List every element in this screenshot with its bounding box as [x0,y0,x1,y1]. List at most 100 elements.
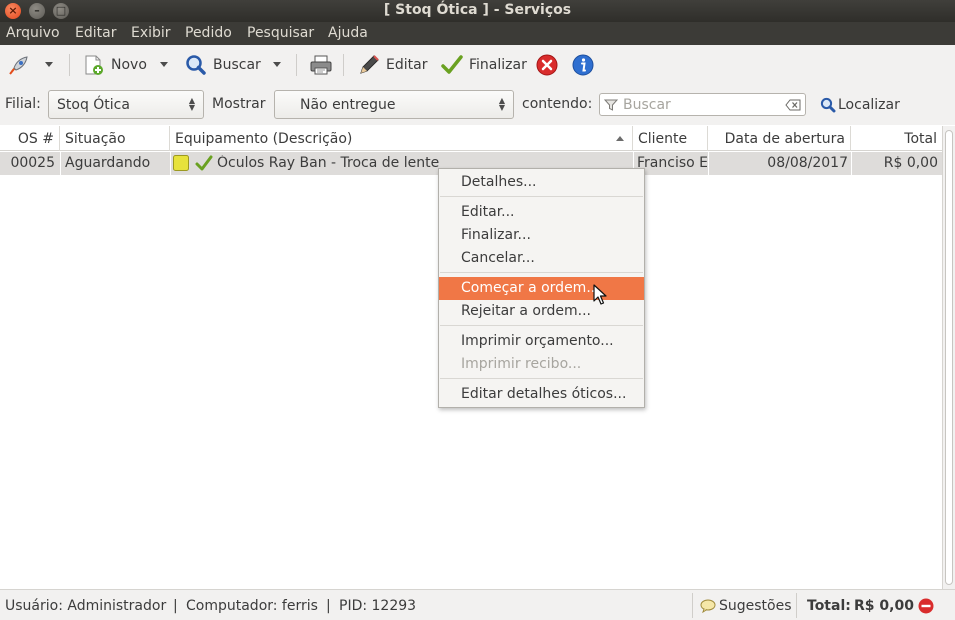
menu-ajuda[interactable]: Ajuda [328,25,368,41]
cell-situacao: Aguardando [65,155,151,171]
title-bar: × – □ [ Stoq Ótica ] - Serviços [0,0,955,22]
filter-funnel-icon[interactable] [604,98,618,112]
status-computador: Computador: ferris [186,598,318,614]
menu-item-cancelar[interactable]: Cancelar... [439,247,644,270]
filter-bar: Filial: Stoq Ótica ▲ ▼ Mostrar Não entreg… [0,85,955,125]
finalizar-button[interactable]: Finalizar [441,54,527,76]
status-separator [692,593,693,618]
checkmark-icon [441,55,463,74]
window-title: [ Stoq Ótica ] - Serviços [383,2,572,18]
novo-label: Novo [111,57,147,73]
mouse-cursor-icon [593,284,607,305]
menu-pesquisar[interactable]: Pesquisar [247,25,314,41]
cell-os: 00025 [10,155,55,171]
editar-label: Editar [386,57,428,73]
finalizar-label: Finalizar [469,57,527,73]
toolbar: Novo Buscar Editar Finalizar [0,45,955,85]
speech-bubble-icon [700,599,716,613]
editar-button[interactable]: Editar [358,54,427,76]
filial-combo[interactable]: Stoq Ótica ▲ ▼ [48,90,204,119]
novo-dropdown-arrow[interactable] [160,62,168,67]
menu-editar[interactable]: Editar [75,25,116,41]
status-usuario: Usuário: Administrador [5,598,167,614]
mostrar-value: Não entregue [300,97,396,113]
mostrar-label: Mostrar [212,96,266,112]
context-menu: Detalhes... Editar... Finalizar... Cance… [438,168,645,408]
menu-pedido[interactable]: Pedido [185,25,232,41]
details-info-button[interactable] [572,54,594,76]
color-flag-icon [173,155,189,173]
column-header-total[interactable]: Total [851,126,942,151]
sugestoes-label: Sugestões [719,598,792,614]
status-bar: Usuário: Administrador | Computador: fer… [0,589,955,620]
status-total-value: R$ 0,00 [854,598,914,614]
menu-arquivo[interactable]: Arquivo [6,25,60,41]
approved-check-icon [195,155,213,173]
contendo-label: contendo: [522,96,593,112]
pencil-icon [360,55,379,74]
menu-item-editar-detalhes-oticos[interactable]: Editar detalhes óticos... [439,383,644,406]
column-header-situacao[interactable]: Situação [60,126,170,151]
menu-exibir[interactable]: Exibir [131,25,171,41]
localizar-button[interactable]: Localizar [820,94,900,116]
buscar-label: Buscar [213,57,261,73]
sugestoes-button[interactable]: Sugestões [700,598,792,614]
novo-button[interactable]: Novo [83,54,147,76]
search-icon [820,97,836,113]
search-icon [186,55,206,75]
launcher-dropdown-arrow[interactable] [45,62,53,67]
toolbar-separator [296,54,297,76]
menu-item-detalhes[interactable]: Detalhes... [439,171,644,194]
cell-data-abertura: 08/08/2017 [767,155,848,171]
menu-separator [440,325,643,326]
menu-item-editar[interactable]: Editar... [439,201,644,224]
close-circle-icon [536,54,558,76]
info-icon [572,54,594,76]
status-pid: PID: 12293 [339,598,417,614]
updown-arrows-icon: ▲ ▼ [188,96,195,112]
print-button[interactable] [309,54,333,76]
filial-value: Stoq Ótica [57,97,130,113]
search-input[interactable]: Buscar [599,93,806,116]
sort-ascending-icon [616,136,624,141]
cell-divider [60,152,61,175]
column-header-data-abertura[interactable]: Data de abertura [708,126,851,151]
new-document-icon [85,55,103,75]
menu-item-finalizar[interactable]: Finalizar... [439,224,644,247]
cell-cliente: Franciso Elisio de Lima Junior [637,155,707,171]
mostrar-combo[interactable]: Não entregue ▲ ▼ [274,90,514,119]
minus-circle-icon [918,598,934,614]
status-divider: | [173,598,178,614]
table-header: OS # Situação Equipamento (Descrição) Cl… [0,126,942,151]
cell-divider [170,152,171,175]
clear-search-icon[interactable] [785,99,801,111]
column-header-equipamento-label: Equipamento (Descrição) [175,131,353,147]
cancel-order-button[interactable] [536,54,558,76]
status-divider: | [326,598,331,614]
rocket-icon [9,56,28,75]
status-total-label: Total: [807,598,851,614]
menu-item-comecar-ordem[interactable]: Começar a ordem... [439,277,644,300]
scrollbar-thumb[interactable] [945,130,953,585]
column-header-equipamento[interactable]: Equipamento (Descrição) [170,126,633,151]
buscar-button[interactable]: Buscar [185,54,261,76]
toolbar-separator [343,54,344,76]
vertical-scrollbar[interactable] [942,126,955,589]
column-header-cliente[interactable]: Cliente [633,126,708,151]
menu-item-imprimir-recibo: Imprimir recibo... [461,356,582,372]
menu-separator [440,272,643,273]
launcher-button[interactable] [6,54,30,76]
search-placeholder: Buscar [623,97,671,113]
status-separator [796,593,797,618]
toolbar-separator [69,54,70,76]
menu-separator [440,378,643,379]
menu-bar: Arquivo Editar Exibir Pedido Pesquisar A… [0,22,955,45]
filial-label: Filial: [5,96,41,112]
localizar-label: Localizar [838,97,900,113]
buscar-dropdown-arrow[interactable] [273,62,281,67]
menu-separator [440,196,643,197]
menu-item-imprimir-orcamento[interactable]: Imprimir orçamento... [439,330,644,353]
menu-item-rejeitar-ordem[interactable]: Rejeitar a ordem... [439,300,644,323]
column-header-os[interactable]: OS # [0,126,60,151]
cell-total: R$ 0,00 [883,155,938,171]
